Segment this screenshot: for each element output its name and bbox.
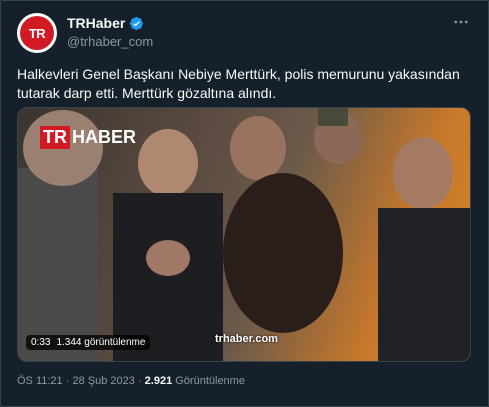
more-icon[interactable] [452,13,470,36]
author-handle[interactable]: @trhaber_com [67,34,153,49]
logo-tr-part: TR [40,126,70,149]
view-count: 2.921 [144,375,173,387]
video-watermark: trhaber.com [215,333,278,345]
meta-separator: · [65,375,70,387]
video-player[interactable]: TR HABER trhaber.com 0:33 1.344 görüntül… [17,107,471,362]
more-horizontal-icon [454,20,468,24]
video-views: 1.344 görüntülenme [56,337,146,348]
tweet-date[interactable]: 28 Şub 2023 [72,375,134,387]
author-name[interactable]: TRHaber [67,15,125,31]
meta-separator-2: · [137,375,142,387]
video-info-badge: 0:33 1.344 görüntülenme [26,335,151,350]
verified-badge-icon [130,16,144,30]
video-duration: 0:33 [31,337,51,348]
tweet-card[interactable]: TR TRHaber @trhaber_com Halkevleri Genel… [0,0,489,407]
tweet-text: Halkevleri Genel Başkanı Nebiye Merttürk… [17,66,460,101]
logo-haber-part: HABER [72,127,137,147]
author-name-row: TRHaber [67,15,144,31]
tweet-time[interactable]: ÖS 11:21 [17,375,63,387]
views-label: Görüntülenme [175,375,245,387]
avatar-logo: TR [20,16,54,50]
avatar[interactable]: TR [17,13,57,53]
trhaber-video-logo: TR HABER [40,126,136,149]
tweet-meta: ÖS 11:21 · 28 Şub 2023 · 2.921 Görüntüle… [17,375,245,387]
